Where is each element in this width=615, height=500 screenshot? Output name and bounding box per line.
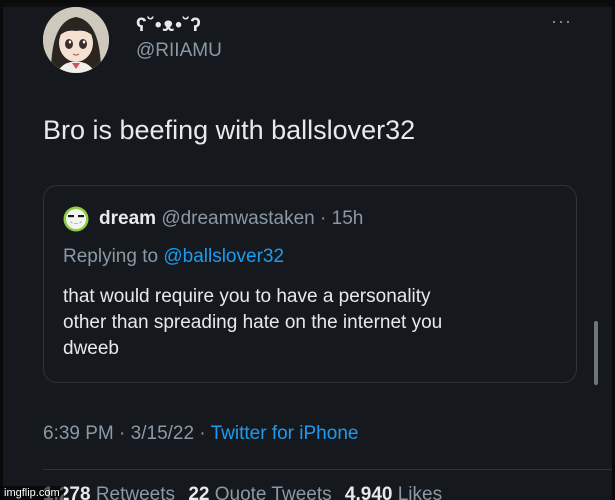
- tweet-meta: 6:39 PM · 3/15/22 · Twitter for iPhone: [43, 423, 358, 445]
- likes-stat[interactable]: 4,940 Likes: [345, 484, 442, 500]
- quoted-time[interactable]: 15h: [332, 208, 364, 229]
- quoted-tweet-card[interactable]: dream @dreamwastaken · 15h Replying to @…: [43, 185, 577, 383]
- imgflip-watermark: imgflip.com: [0, 486, 64, 500]
- tweet-stats: 1,278 Retweets 22 Quote Tweets 4,940 Lik…: [43, 484, 450, 500]
- user-handle[interactable]: @RIIAMU: [136, 40, 222, 62]
- quoted-text-line: that would require you to have a persona…: [63, 286, 431, 307]
- quote-tweets-stat[interactable]: 22 Quote Tweets: [188, 484, 331, 500]
- likes-label: Likes: [397, 484, 443, 500]
- scrollbar-thumb[interactable]: [594, 321, 598, 385]
- tweet-time: 6:39 PM: [43, 423, 114, 444]
- tweet-detail: ʕ˘•ᴥ•˘ʔ @RIIAMU ··· Bro is beefing with …: [3, 3, 612, 500]
- avatar-image: [43, 7, 109, 73]
- tweet-source-link[interactable]: Twitter for iPhone: [211, 423, 359, 444]
- quoted-text: that would require you to have a persona…: [63, 284, 563, 362]
- meta-separator: ·: [199, 423, 206, 444]
- replying-prefix: Replying to: [63, 246, 159, 267]
- quoted-name[interactable]: dream: [99, 208, 156, 229]
- quoted-avatar[interactable]: [63, 206, 89, 232]
- tweet-date: 3/15/22: [130, 423, 195, 444]
- display-name[interactable]: ʕ˘•ᴥ•˘ʔ: [136, 15, 202, 37]
- dream-mask-icon: [63, 206, 89, 232]
- quote-tweets-count: 22: [188, 484, 210, 500]
- divider: [43, 469, 612, 470]
- quoted-text-line: other than spreading hate on the interne…: [63, 312, 443, 333]
- top-strip: [3, 3, 612, 7]
- quoted-separator: ·: [320, 208, 327, 229]
- quoted-handle[interactable]: @dreamwastaken: [161, 208, 314, 229]
- replying-to-link[interactable]: @ballslover32: [163, 246, 284, 267]
- likes-count: 4,940: [344, 484, 393, 500]
- quote-tweets-label: Quote Tweets: [214, 484, 332, 500]
- quoted-text-line: dweeb: [63, 338, 119, 359]
- quoted-header: dream @dreamwastaken · 15h: [99, 208, 363, 230]
- replying-to-line: Replying to @ballslover32: [63, 246, 284, 268]
- meta-separator: ·: [119, 423, 126, 444]
- avatar[interactable]: [43, 7, 109, 73]
- tweet-text: Bro is beefing with ballslover32: [43, 115, 416, 145]
- retweets-label: Retweets: [95, 484, 176, 500]
- more-options-button[interactable]: ···: [551, 11, 572, 32]
